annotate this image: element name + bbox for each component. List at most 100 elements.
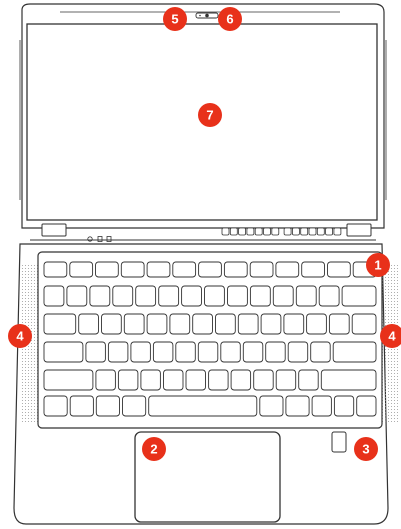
keyboard-key[interactable] xyxy=(356,395,377,417)
keyboard-key[interactable] xyxy=(306,313,327,335)
keyboard-key[interactable] xyxy=(146,313,168,335)
keyboard-key[interactable] xyxy=(95,395,120,417)
keyboard-key[interactable] xyxy=(301,261,325,278)
keyboard-key[interactable] xyxy=(140,369,161,391)
keyboard-key[interactable] xyxy=(204,285,225,307)
keyboard-key[interactable] xyxy=(172,261,197,278)
keyboard-key[interactable] xyxy=(208,369,229,391)
vent-bump xyxy=(238,227,247,236)
keyboard-key[interactable] xyxy=(78,313,99,335)
keyboard-key[interactable] xyxy=(198,261,222,278)
keyboard-key[interactable] xyxy=(122,395,147,417)
keyboard-key[interactable] xyxy=(69,395,94,417)
keyboard-key[interactable] xyxy=(123,313,145,335)
keyboard-key[interactable] xyxy=(175,341,196,363)
keyboard-key[interactable] xyxy=(95,369,116,391)
keyboard-key[interactable] xyxy=(275,261,300,278)
callout-5: 5 xyxy=(163,7,187,31)
keyboard-key[interactable] xyxy=(253,369,274,391)
callout-number: 3 xyxy=(362,442,369,457)
keyboard-key[interactable] xyxy=(43,369,94,391)
keyboard-key[interactable] xyxy=(181,285,202,307)
keyboard-key[interactable] xyxy=(43,261,68,278)
keyboard-key[interactable] xyxy=(260,313,282,335)
vent-bump xyxy=(254,227,263,236)
keyboard-key[interactable] xyxy=(89,285,111,307)
keyboard-key[interactable] xyxy=(107,341,129,363)
keyboard-key[interactable] xyxy=(112,285,134,307)
keyboard-key[interactable] xyxy=(298,369,319,391)
keyboard-key[interactable] xyxy=(152,341,174,363)
vent-bump xyxy=(263,227,271,236)
keyboard-key[interactable] xyxy=(43,313,77,335)
keyboard-key[interactable] xyxy=(341,285,377,307)
keyboard-key[interactable] xyxy=(285,395,310,417)
callout-number: 5 xyxy=(171,12,178,27)
keyboard-key[interactable] xyxy=(85,341,106,363)
keyboard-key[interactable] xyxy=(311,395,332,417)
keyboard-key[interactable] xyxy=(332,341,377,363)
keyboard-key[interactable] xyxy=(169,313,191,335)
keyboard-key[interactable] xyxy=(318,285,340,307)
keyboard-key[interactable] xyxy=(43,285,65,307)
keyboard-key[interactable] xyxy=(259,395,284,417)
keyboard-key[interactable] xyxy=(117,369,139,391)
keyboard-key[interactable] xyxy=(101,313,122,335)
keyboard-key[interactable] xyxy=(227,285,248,307)
callout-number: 6 xyxy=(226,12,233,27)
keyboard-key[interactable] xyxy=(230,369,252,391)
keyboard-key[interactable] xyxy=(148,395,258,417)
keyboard-key[interactable] xyxy=(163,369,184,391)
keyboard-key[interactable] xyxy=(328,313,350,335)
keyboard-key[interactable] xyxy=(43,395,68,417)
keyboard-key[interactable] xyxy=(220,341,241,363)
keyboard-key[interactable] xyxy=(327,261,351,278)
keyboard-key[interactable] xyxy=(69,261,94,278)
keyboard-key[interactable] xyxy=(310,341,331,363)
keyboard-key[interactable] xyxy=(185,369,206,391)
keyboard-key[interactable] xyxy=(215,313,236,335)
keyboard-key[interactable] xyxy=(272,285,294,307)
fingerprint-sensor[interactable] xyxy=(331,431,347,453)
keyboard-key[interactable] xyxy=(135,285,157,307)
keyboard-key[interactable] xyxy=(237,313,259,335)
keyboard-key[interactable] xyxy=(197,341,219,363)
keyboard-key[interactable] xyxy=(249,285,271,307)
callout-2: 2 xyxy=(142,437,166,461)
keyboard-key[interactable] xyxy=(242,341,264,363)
laptop-diagram: · · · 12344567 xyxy=(8,3,401,525)
callout-3: 3 xyxy=(354,437,378,461)
callout-number: 7 xyxy=(206,108,213,123)
vent-bump xyxy=(246,227,255,236)
keyboard-key[interactable] xyxy=(275,369,297,391)
keyboard-key[interactable] xyxy=(333,395,355,417)
callout-6: 6 xyxy=(218,7,242,31)
keyboard-key[interactable] xyxy=(351,313,377,335)
keyboard-key[interactable] xyxy=(130,341,151,363)
keyboard-key[interactable] xyxy=(158,285,180,307)
callout-7: 7 xyxy=(198,103,222,127)
vent-bump xyxy=(300,227,309,236)
vent-bump xyxy=(221,227,230,236)
keyboard-key[interactable] xyxy=(223,261,248,278)
keyboard-key[interactable] xyxy=(192,313,213,335)
vent-bump xyxy=(291,227,300,236)
keyboard-key[interactable] xyxy=(146,261,171,278)
vent-bump xyxy=(283,227,292,236)
keyboard-key[interactable] xyxy=(120,261,145,278)
webcam-icon xyxy=(195,12,219,19)
keyboard-key[interactable] xyxy=(320,369,377,391)
keyboard-key[interactable] xyxy=(295,285,317,307)
callout-number: 2 xyxy=(150,442,157,457)
callout-1: 1 xyxy=(366,253,390,277)
callout-4: 4 xyxy=(8,324,32,348)
callout-number: 4 xyxy=(16,329,24,344)
keyboard-key[interactable] xyxy=(265,341,286,363)
keyboard-key[interactable] xyxy=(66,285,88,307)
keyboard-key[interactable] xyxy=(95,261,119,278)
keyboard-key[interactable] xyxy=(283,313,305,335)
callout-number: 4 xyxy=(388,329,396,344)
keyboard-key[interactable] xyxy=(287,341,309,363)
keyboard-key[interactable] xyxy=(249,261,274,278)
keyboard-key[interactable] xyxy=(43,341,84,363)
